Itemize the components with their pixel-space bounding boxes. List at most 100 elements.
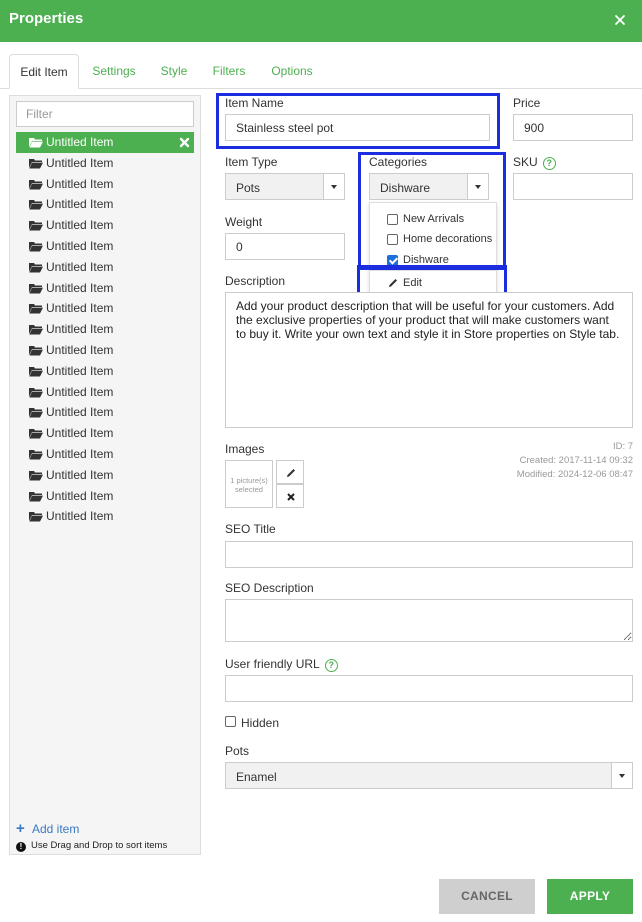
seo-description-input[interactable] [225, 599, 633, 642]
list-item[interactable]: Untitled Item [16, 465, 194, 486]
checkbox[interactable] [387, 214, 398, 225]
list-item[interactable]: Untitled Item [16, 153, 194, 174]
categories-edit-button[interactable]: Edit [370, 273, 498, 293]
list-item-label: Untitled Item [46, 135, 114, 149]
category-option-home-decorations[interactable]: Home decorations [370, 229, 498, 249]
description-editor[interactable]: Add your product description that will b… [225, 292, 633, 428]
list-item-label: Untitled Item [46, 488, 114, 503]
list-item-label: Untitled Item [46, 363, 114, 378]
checkbox-checked[interactable] [387, 255, 398, 266]
pots-select[interactable]: Enamel [225, 762, 633, 789]
item-type-label: Item Type [225, 155, 278, 169]
list-item[interactable]: Untitled Item [16, 382, 194, 403]
folder-icon [29, 366, 43, 377]
list-item[interactable]: Untitled Item [16, 278, 194, 299]
item-name-label: Item Name [225, 96, 284, 110]
seo-title-input[interactable] [225, 541, 633, 568]
list-item[interactable]: Untitled Item [16, 402, 194, 423]
description-label: Description [225, 274, 286, 288]
tab-bar: Edit Item Settings Style Filters Options [9, 54, 633, 89]
delete-icon[interactable] [179, 137, 190, 148]
list-item[interactable]: Untitled Item [16, 486, 194, 507]
folder-icon [29, 491, 43, 502]
pots-value: Enamel [236, 770, 277, 784]
category-option-new-arrivals[interactable]: New Arrivals [370, 209, 498, 229]
tab-filters[interactable]: Filters [209, 54, 249, 89]
url-label: User friendly URL [225, 657, 320, 671]
categories-dropdown: New Arrivals Home decorations Dishware E… [369, 202, 498, 294]
list-item-label: Untitled Item [46, 280, 114, 295]
filter-input[interactable] [16, 101, 194, 127]
categories-value: Dishware [380, 181, 431, 195]
price-input[interactable] [513, 114, 633, 141]
tab-options[interactable]: Options [266, 54, 318, 89]
folder-icon [29, 241, 43, 252]
list-item-label: Untitled Item [46, 301, 114, 316]
categories-label: Categories [369, 155, 428, 169]
add-item-button[interactable]: + Add item [16, 820, 79, 837]
list-item[interactable]: Untitled Item [16, 444, 194, 465]
tab-settings[interactable]: Settings [85, 54, 143, 89]
plus-icon: + [16, 820, 25, 837]
dialog-title: Properties [9, 10, 84, 27]
chevron-down-icon[interactable] [467, 174, 488, 199]
sku-label-wrap: SKU? [513, 155, 556, 170]
folder-icon [29, 200, 43, 210]
sku-input[interactable] [513, 173, 633, 200]
list-item[interactable]: Untitled Item [16, 132, 194, 153]
tab-edit-item[interactable]: Edit Item [9, 54, 79, 89]
list-item[interactable]: Untitled Item [16, 236, 194, 257]
edit-image-button[interactable] [276, 460, 304, 484]
url-input[interactable] [225, 675, 633, 702]
drag-drop-hint: ! Use Drag and Drop to sort items [16, 840, 167, 852]
cancel-button[interactable]: CANCEL [439, 879, 535, 914]
chevron-down-icon[interactable] [323, 174, 344, 199]
sku-label: SKU [513, 155, 538, 169]
categories-select[interactable]: Dishware [369, 173, 489, 200]
help-icon[interactable]: ? [324, 659, 338, 672]
list-item-label: Untitled Item [46, 426, 114, 441]
chevron-down-icon[interactable] [611, 763, 632, 788]
list-item[interactable]: Untitled Item [16, 194, 194, 215]
remove-image-button[interactable] [276, 484, 304, 508]
list-item-label: Untitled Item [46, 384, 114, 399]
list-item-label: Untitled Item [46, 176, 114, 191]
tab-style[interactable]: Style [155, 54, 193, 89]
price-label: Price [513, 96, 541, 110]
hidden-checkbox[interactable] [225, 716, 236, 727]
edit-label: Edit [403, 277, 422, 289]
list-item-label: Untitled Item [46, 509, 114, 524]
apply-button[interactable]: APPLY [547, 879, 633, 914]
add-item-label: Add item [32, 822, 80, 836]
list-item-label: Untitled Item [46, 197, 114, 212]
modified-date: Modified: 2024-12-06 08:47 [516, 469, 633, 480]
folder-icon [29, 138, 43, 148]
folder-icon [29, 449, 43, 460]
list-item[interactable]: Untitled Item [16, 423, 194, 444]
list-item[interactable]: Untitled Item [16, 257, 194, 278]
category-option-dishware[interactable]: Dishware [370, 250, 498, 270]
list-item-label: Untitled Item [46, 155, 114, 170]
drag-hint-text: Use Drag and Drop to sort items [31, 840, 168, 851]
weight-label: Weight [225, 215, 263, 229]
image-thumbnail[interactable]: 1 picture(s) selected [225, 460, 273, 508]
weight-input[interactable] [225, 233, 345, 260]
item-type-select[interactable]: Pots [225, 173, 345, 200]
list-item-label: Untitled Item [46, 238, 114, 253]
folder-icon [29, 304, 43, 314]
list-item[interactable]: Untitled Item [16, 215, 194, 236]
url-label-wrap: User friendly URL? [225, 657, 338, 672]
list-item[interactable]: Untitled Item [16, 340, 194, 361]
close-icon[interactable] [612, 12, 628, 28]
item-name-input[interactable] [225, 114, 490, 141]
folder-icon [29, 283, 43, 294]
list-item-label: Untitled Item [46, 405, 114, 420]
folder-icon [29, 325, 43, 335]
help-icon[interactable]: ? [542, 157, 556, 170]
list-item[interactable]: Untitled Item [16, 298, 194, 319]
list-item[interactable]: Untitled Item [16, 174, 194, 195]
checkbox[interactable] [387, 234, 398, 245]
list-item[interactable]: Untitled Item [16, 361, 194, 382]
list-item[interactable]: Untitled Item [16, 506, 194, 527]
list-item[interactable]: Untitled Item [16, 319, 194, 340]
